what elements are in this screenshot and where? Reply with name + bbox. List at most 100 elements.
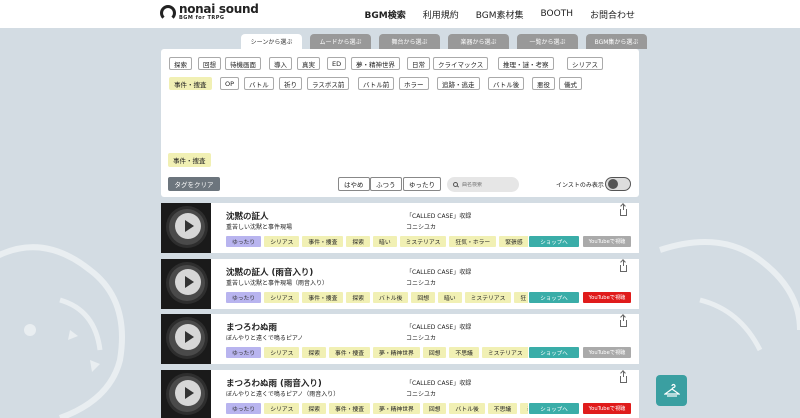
tab-stage[interactable]: 舞台から選ぶ bbox=[379, 34, 440, 49]
track-tag[interactable]: ゆったり bbox=[226, 292, 262, 303]
track-title: 沈黙の証人 (雨音入り) bbox=[226, 268, 314, 278]
scene-tag[interactable]: シリアス bbox=[567, 57, 603, 70]
tab-list[interactable]: 一覧から選ぶ bbox=[517, 34, 578, 49]
nav-contact[interactable]: お問合わせ bbox=[590, 8, 635, 21]
track-tag[interactable]: 事件・捜査 bbox=[302, 292, 344, 303]
scene-tag[interactable]: 真実 bbox=[297, 57, 320, 70]
youtube-button[interactable]: YouTubeで視聴 bbox=[583, 347, 631, 358]
track-tag[interactable]: 探索 bbox=[346, 236, 371, 247]
scene-tag[interactable]: バトル後 bbox=[488, 77, 525, 90]
scene-tag[interactable]: ED bbox=[327, 57, 347, 70]
scene-tag[interactable]: クライマックス bbox=[433, 57, 489, 70]
track-tag[interactable]: 夢・精神世界 bbox=[373, 347, 420, 358]
shop-button[interactable]: ショップへ bbox=[529, 292, 579, 303]
nav-terms[interactable]: 利用規約 bbox=[423, 8, 459, 21]
track-tag[interactable]: ゆったり bbox=[226, 347, 262, 358]
speed-normal-button[interactable]: ふつう bbox=[370, 177, 402, 191]
track-tag[interactable]: 狂気・ホラー bbox=[449, 236, 497, 247]
scene-tag[interactable]: 日常 bbox=[407, 57, 430, 70]
nav-bgm-search[interactable]: BGM検索 bbox=[365, 8, 406, 21]
track-tag[interactable]: バトル後 bbox=[373, 292, 409, 303]
track-tag[interactable]: 事件・捜査 bbox=[329, 403, 371, 414]
track-tag[interactable]: シリアス bbox=[264, 347, 300, 358]
nav-bgm-collection[interactable]: BGM素材集 bbox=[476, 8, 524, 21]
scene-tag[interactable]: ホラー bbox=[399, 77, 429, 90]
play-icon[interactable] bbox=[175, 213, 201, 239]
track-tag[interactable]: 探索 bbox=[302, 347, 327, 358]
scene-tag[interactable]: 儀式 bbox=[559, 77, 582, 90]
track-tag[interactable]: シリアス bbox=[264, 236, 300, 247]
scene-tag[interactable]: 導入 bbox=[269, 57, 292, 70]
tab-instrument[interactable]: 楽器から選ぶ bbox=[448, 34, 509, 49]
share-icon[interactable] bbox=[620, 315, 627, 327]
selected-tag-chip[interactable]: 事件・捜査 bbox=[168, 153, 211, 167]
scene-tag[interactable]: OP bbox=[220, 77, 240, 90]
track-tag[interactable]: 狂 bbox=[514, 292, 528, 303]
speed-fast-button[interactable]: はやめ bbox=[338, 177, 370, 191]
track-tag[interactable]: 探索 bbox=[302, 403, 327, 414]
track-tag[interactable]: バトル後 bbox=[449, 403, 485, 414]
speed-slow-button[interactable]: ゆったり bbox=[403, 177, 441, 191]
track-tag[interactable]: ゆったり bbox=[226, 236, 262, 247]
tab-scene[interactable]: シーンから選ぶ bbox=[241, 34, 302, 49]
share-icon[interactable] bbox=[620, 204, 627, 216]
share-icon[interactable] bbox=[620, 371, 627, 383]
track-tag[interactable]: 回想 bbox=[422, 403, 447, 414]
track-tag[interactable]: ミステリアス bbox=[399, 236, 447, 247]
play-icon[interactable] bbox=[175, 380, 201, 406]
tag-menu-button[interactable] bbox=[656, 375, 687, 406]
track-tag[interactable]: 事件・捜査 bbox=[329, 347, 371, 358]
track-tag[interactable]: シリアス bbox=[264, 292, 300, 303]
track-artist: コニシユカ bbox=[406, 224, 437, 231]
track-tag[interactable]: ミステリアス bbox=[464, 292, 512, 303]
site-logo[interactable]: nonai sound BGM for TRPG bbox=[160, 3, 259, 21]
hanger-icon bbox=[663, 383, 680, 397]
track-tag[interactable]: 緊張感 bbox=[499, 236, 528, 247]
nav-booth[interactable]: BOOTH bbox=[541, 9, 573, 19]
track-tag[interactable]: 暗い bbox=[438, 292, 462, 303]
track-tag[interactable]: 夢・精神世界 bbox=[373, 403, 420, 414]
track-tag[interactable]: ゆったり bbox=[226, 403, 262, 414]
share-icon[interactable] bbox=[620, 260, 627, 272]
track-album: 「CALLED CASE」収録 bbox=[406, 324, 472, 331]
shop-button[interactable]: ショップへ bbox=[529, 236, 579, 247]
track-tag[interactable]: ミステリアス bbox=[481, 347, 528, 358]
track-tag[interactable]: 暗い bbox=[373, 236, 397, 247]
track-tag[interactable]: 不思議 bbox=[487, 403, 518, 414]
play-icon[interactable] bbox=[175, 269, 201, 295]
track-tag[interactable]: 回想 bbox=[411, 292, 435, 303]
instrumental-only-toggle[interactable] bbox=[605, 177, 631, 191]
youtube-button[interactable]: YouTubeで視聴 bbox=[583, 403, 631, 414]
tab-mood[interactable]: ムードから選ぶ bbox=[310, 34, 371, 49]
scene-tag[interactable]: 夢・精神世界 bbox=[351, 57, 400, 70]
track-tag[interactable]: シリアス bbox=[264, 403, 300, 414]
instrumental-only-label: インストのみ表示 bbox=[556, 182, 604, 189]
search-input[interactable] bbox=[462, 181, 512, 188]
scene-tag[interactable]: 悪役 bbox=[532, 77, 555, 90]
scene-tag[interactable]: 推理・謎・考察 bbox=[498, 57, 554, 70]
youtube-button[interactable]: YouTubeで視聴 bbox=[583, 292, 631, 303]
scene-tag[interactable]: 祈り bbox=[279, 77, 302, 90]
track-tag[interactable]: 事件・捜査 bbox=[302, 236, 344, 247]
shop-button[interactable]: ショップへ bbox=[529, 347, 579, 358]
play-icon[interactable] bbox=[175, 324, 201, 350]
track-tag[interactable]: 探索 bbox=[346, 292, 371, 303]
scene-tag[interactable]: バトル前 bbox=[358, 77, 395, 90]
track-tag[interactable]: 回想 bbox=[422, 347, 447, 358]
scene-tag[interactable]: 回想 bbox=[198, 57, 221, 70]
clear-tags-button[interactable]: タグをクリア bbox=[168, 177, 220, 191]
scene-tag[interactable]: 追跡・逃走 bbox=[437, 77, 480, 90]
track-tags: ゆったり シリアス 探索 事件・捜査 夢・精神世界 回想 不思議 ミステリアス bbox=[226, 347, 528, 358]
track-tag[interactable]: 不思議 bbox=[449, 347, 479, 358]
youtube-button[interactable]: YouTubeで視聴 bbox=[583, 236, 631, 247]
shop-button[interactable]: ショップへ bbox=[529, 403, 579, 414]
tab-bgm-collection[interactable]: BGM集から選ぶ bbox=[586, 34, 647, 49]
scene-tag[interactable]: 待機画面 bbox=[225, 57, 261, 70]
scene-tag[interactable]: ラスボス前 bbox=[307, 77, 350, 90]
scene-tag[interactable]: バトル bbox=[244, 77, 274, 90]
track-tag[interactable]: ミ bbox=[520, 403, 528, 414]
scene-tag[interactable]: 事件・捜査 bbox=[169, 77, 212, 90]
track-description: ぼんやりと遠くで鳴るピアノ bbox=[226, 335, 304, 342]
track-card: まつろわぬ雨 (雨音入り) ぼんやりと遠くで鳴るピアノ（雨音入り） 「CALLED … bbox=[161, 370, 639, 418]
scene-tag[interactable]: 探索 bbox=[169, 57, 192, 70]
